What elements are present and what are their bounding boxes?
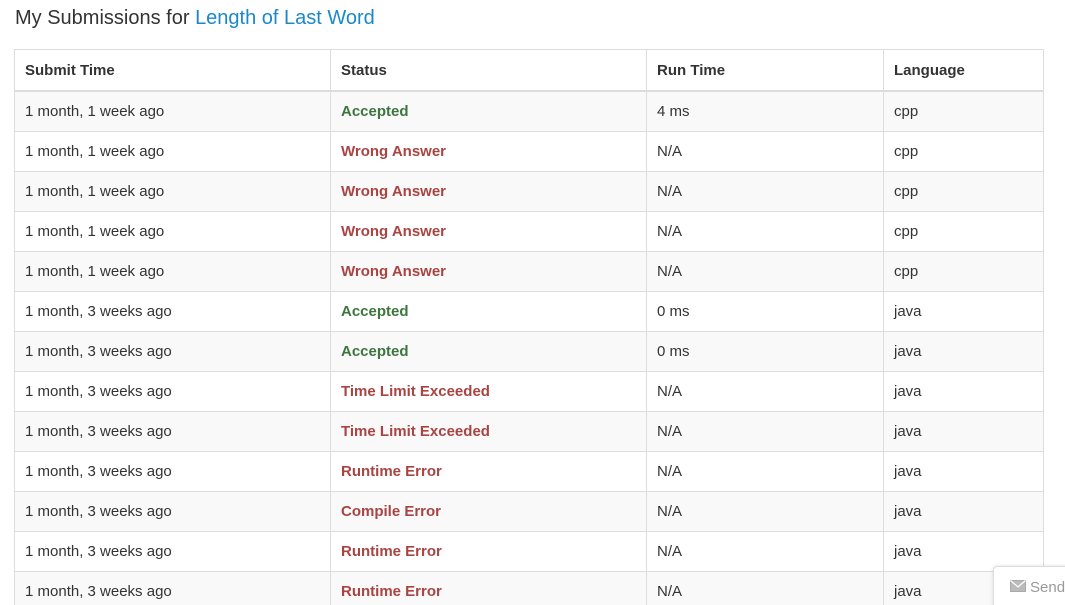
column-header-run-time: Run Time [646, 49, 884, 92]
table-header: Submit Time Status Run Time Language [14, 49, 1044, 92]
submissions-table-container: Submit Time Status Run Time Language 1 m… [14, 49, 1044, 605]
language-cell: java [883, 411, 1044, 452]
table-row: 1 month, 1 week ago Wrong Answer N/A cpp [14, 211, 1044, 252]
status-cell: Runtime Error [330, 571, 647, 605]
status-cell: Accepted [330, 90, 647, 132]
status-link[interactable]: Accepted [341, 343, 409, 360]
table-row: 1 month, 1 week ago Accepted 4 ms cpp [14, 90, 1044, 132]
status-cell: Time Limit Exceeded [330, 371, 647, 412]
submit-time-cell: 1 month, 1 week ago [14, 90, 331, 132]
status-link[interactable]: Runtime Error [341, 583, 442, 600]
status-cell: Accepted [330, 291, 647, 332]
language-cell: cpp [883, 171, 1044, 212]
table-row: 1 month, 3 weeks ago Accepted 0 ms java [14, 331, 1044, 372]
run-time-cell: N/A [646, 531, 884, 572]
submissions-page: My Submissions for Length of Last Word S… [0, 0, 1065, 605]
page-title-prefix: My Submissions for [15, 7, 196, 29]
table-row: 1 month, 1 week ago Wrong Answer N/A cpp [14, 131, 1044, 172]
run-time-cell: 0 ms [646, 291, 884, 332]
submit-time-cell: 1 month, 3 weeks ago [14, 291, 331, 332]
submit-time-cell: 1 month, 3 weeks ago [14, 451, 331, 492]
submit-time-cell: 1 month, 3 weeks ago [14, 571, 331, 605]
table-header-row: Submit Time Status Run Time Language [14, 49, 1044, 92]
table-row: 1 month, 3 weeks ago Accepted 0 ms java [14, 291, 1044, 332]
status-link[interactable]: Wrong Answer [341, 183, 446, 200]
table-row: 1 month, 3 weeks ago Runtime Error N/A java [14, 531, 1044, 572]
run-time-cell: 4 ms [646, 90, 884, 132]
status-link[interactable]: Accepted [341, 303, 409, 320]
status-cell: Time Limit Exceeded [330, 411, 647, 452]
status-cell: Compile Error [330, 491, 647, 532]
status-cell: Runtime Error [330, 531, 647, 572]
run-time-cell: N/A [646, 451, 884, 492]
run-time-cell: N/A [646, 211, 884, 252]
language-cell: java [883, 451, 1044, 492]
submit-time-cell: 1 month, 1 week ago [14, 251, 331, 292]
run-time-cell: N/A [646, 131, 884, 172]
status-cell: Wrong Answer [330, 131, 647, 172]
run-time-cell: 0 ms [646, 331, 884, 372]
language-cell: cpp [883, 251, 1044, 292]
submit-time-cell: 1 month, 1 week ago [14, 171, 331, 212]
table-row: 1 month, 3 weeks ago Time Limit Exceeded N… [14, 371, 1044, 412]
status-link[interactable]: Accepted [341, 103, 409, 120]
status-link[interactable]: Compile Error [341, 503, 441, 520]
table-row: 1 month, 1 week ago Wrong Answer N/A cpp [14, 251, 1044, 292]
status-cell: Wrong Answer [330, 171, 647, 212]
table-row: 1 month, 3 weeks ago Runtime Error N/A java [14, 571, 1044, 605]
run-time-cell: N/A [646, 251, 884, 292]
run-time-cell: N/A [646, 371, 884, 412]
submit-time-cell: 1 month, 1 week ago [14, 131, 331, 172]
send-feedback-button[interactable]: Send [993, 566, 1065, 605]
column-header-language: Language [883, 49, 1044, 92]
send-label: Send [1030, 579, 1065, 596]
submit-time-cell: 1 month, 3 weeks ago [14, 411, 331, 452]
language-cell: cpp [883, 211, 1044, 252]
page-title: My Submissions for Length of Last Word [15, 6, 375, 30]
table-body: 1 month, 1 week ago Accepted 4 ms cpp 1 mont… [14, 90, 1044, 605]
submit-time-cell: 1 month, 3 weeks ago [14, 491, 331, 532]
submit-time-cell: 1 month, 1 week ago [14, 211, 331, 252]
status-link[interactable]: Wrong Answer [341, 263, 446, 280]
status-link[interactable]: Wrong Answer [341, 223, 446, 240]
submit-time-cell: 1 month, 3 weeks ago [14, 371, 331, 412]
status-cell: Runtime Error [330, 451, 647, 492]
language-cell: cpp [883, 90, 1044, 132]
status-cell: Wrong Answer [330, 251, 647, 292]
status-link[interactable]: Time Limit Exceeded [341, 383, 490, 400]
status-link[interactable]: Time Limit Exceeded [341, 423, 490, 440]
language-cell: java [883, 291, 1044, 332]
language-cell: java [883, 371, 1044, 412]
language-cell: java [883, 331, 1044, 372]
table-row: 1 month, 3 weeks ago Compile Error N/A java [14, 491, 1044, 532]
envelope-icon [1010, 580, 1026, 592]
submissions-table: Submit Time Status Run Time Language 1 m… [14, 49, 1044, 605]
run-time-cell: N/A [646, 171, 884, 212]
column-header-status: Status [330, 49, 647, 92]
table-row: 1 month, 3 weeks ago Runtime Error N/A java [14, 451, 1044, 492]
run-time-cell: N/A [646, 491, 884, 532]
problem-link[interactable]: Length of Last Word [195, 7, 375, 29]
status-link[interactable]: Runtime Error [341, 463, 442, 480]
table-row: 1 month, 1 week ago Wrong Answer N/A cpp [14, 171, 1044, 212]
run-time-cell: N/A [646, 571, 884, 605]
status-cell: Wrong Answer [330, 211, 647, 252]
status-cell: Accepted [330, 331, 647, 372]
table-row: 1 month, 3 weeks ago Time Limit Exceeded N… [14, 411, 1044, 452]
status-link[interactable]: Wrong Answer [341, 143, 446, 160]
run-time-cell: N/A [646, 411, 884, 452]
submit-time-cell: 1 month, 3 weeks ago [14, 331, 331, 372]
language-cell: cpp [883, 131, 1044, 172]
status-link[interactable]: Runtime Error [341, 543, 442, 560]
language-cell: java [883, 491, 1044, 532]
column-header-submit-time: Submit Time [14, 49, 331, 92]
submit-time-cell: 1 month, 3 weeks ago [14, 531, 331, 572]
